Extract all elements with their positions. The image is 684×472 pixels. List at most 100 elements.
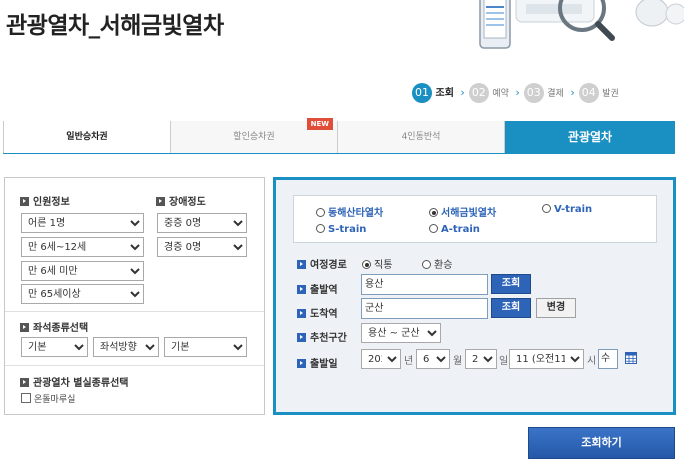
arrival-station-input[interactable]: 군산 — [361, 298, 488, 319]
hour-suffix: 시 — [587, 356, 597, 367]
date-label: 출발일 — [297, 355, 338, 370]
departure-text: 출발역 — [310, 285, 338, 296]
checkbox[interactable] — [21, 393, 31, 403]
seat-type-select[interactable]: 기본 — [21, 337, 88, 357]
recommend-route-select[interactable]: 용산 ~ 군산 — [361, 323, 441, 343]
train-option-v-train[interactable]: V-train — [542, 204, 592, 215]
seat-type-heading: 좌석종류선택 — [20, 319, 88, 334]
departure-label: 출발역 — [297, 281, 338, 296]
departure-lookup-button[interactable]: 조회 — [491, 274, 531, 294]
disability-heading-label: 장애정도 — [169, 197, 206, 208]
arrival-lookup-button[interactable]: 조회 — [491, 298, 531, 318]
tab-tourist-train[interactable]: 관광열차 — [505, 121, 675, 153]
bullet-icon — [297, 260, 306, 269]
year-select[interactable]: 2024 — [361, 349, 401, 369]
radio-icon — [316, 208, 325, 217]
infant-count-select[interactable]: 만 6세 미만 — [21, 261, 144, 281]
step-2-label: 예약 — [492, 89, 509, 99]
ondol-room-label: 온돌마루실 — [34, 395, 76, 405]
chevron-right-icon: › — [515, 86, 520, 99]
chevron-right-icon: › — [460, 86, 465, 99]
special-room-heading-label: 관광열차 별실종류선택 — [33, 378, 129, 389]
passenger-heading-label: 인원정보 — [33, 197, 70, 208]
train-select-box: 동해산타열차 서해금빛열차 V-train S-train A-train — [293, 195, 657, 243]
radio-icon — [429, 208, 438, 217]
bullet-icon — [297, 359, 306, 368]
arrival-text: 도착역 — [310, 309, 338, 320]
page-title: 관광열차_서해금빛열차 — [6, 13, 224, 39]
train-option-a-train[interactable]: A-train — [429, 224, 480, 235]
child-count-select[interactable]: 만 6세~12세 — [21, 237, 144, 257]
step-3: 03 결제 › — [523, 83, 579, 103]
recommend-label: 추천구간 — [297, 329, 347, 344]
day-suffix: 일 — [499, 356, 509, 367]
tab-label: 할인승차권 — [233, 132, 275, 142]
step-4-number: 04 — [578, 83, 599, 103]
bullet-icon — [156, 197, 165, 206]
weekday-display: 수 — [598, 349, 618, 369]
adult-count-select[interactable]: 어른 1명 — [21, 213, 144, 233]
train-option-label: 동해산타열차 — [328, 208, 384, 219]
bullet-icon — [20, 378, 29, 387]
divider — [5, 311, 264, 312]
tab-label: 4인동반석 — [401, 132, 441, 142]
month-suffix: 월 — [453, 356, 463, 367]
radio-icon — [316, 224, 325, 233]
train-option-s-train[interactable]: S-train — [316, 224, 366, 235]
departure-station-input[interactable]: 용산 — [361, 274, 488, 295]
new-badge: NEW — [306, 118, 333, 130]
special-room-heading: 관광열차 별실종류선택 — [20, 374, 128, 389]
train-option-seohae[interactable]: 서해금빛열차 — [429, 204, 496, 219]
trip-direct-label: 직통 — [374, 260, 393, 271]
month-select[interactable]: 6 — [416, 349, 450, 369]
step-3-number: 03 — [523, 83, 544, 103]
senior-count-select[interactable]: 만 65세이상 — [21, 284, 144, 304]
step-4: 04 발권 — [578, 83, 619, 103]
bullet-icon — [297, 309, 306, 318]
bullet-icon — [297, 333, 306, 342]
ondol-room-option[interactable]: 온돌마루실 — [21, 392, 75, 405]
step-1-number: 01 — [412, 83, 432, 103]
arrival-label: 도착역 — [297, 305, 338, 320]
divider — [5, 365, 264, 366]
tab-label: 관광열차 — [567, 130, 613, 144]
date-text: 출발일 — [310, 359, 338, 370]
seat-type-heading-label: 좌석종류선택 — [33, 323, 89, 334]
trip-route-text: 여정경로 — [310, 260, 347, 271]
hour-select[interactable]: 11 (오전11) — [509, 349, 584, 369]
phone-illustration — [470, 0, 684, 52]
seat-position-select[interactable]: 기본 — [164, 337, 247, 357]
disability-heading: 장애정도 — [156, 193, 206, 208]
severe-disability-select[interactable]: 중증 0명 — [157, 213, 247, 233]
swap-stations-button[interactable]: 변경 — [536, 298, 576, 318]
tab-four-person-seat[interactable]: 4인동반석 — [338, 121, 505, 153]
calendar-icon[interactable] — [625, 352, 637, 364]
trip-route-label: 여정경로 — [297, 256, 347, 271]
trip-transfer-label: 환승 — [434, 260, 453, 271]
step-4-label: 발권 — [602, 89, 619, 99]
radio-icon — [429, 224, 438, 233]
trip-transfer-option[interactable]: 환승 — [422, 256, 452, 271]
tab-label: 일반승차권 — [66, 132, 108, 142]
bullet-icon — [20, 197, 29, 206]
day-select[interactable]: 20 — [465, 349, 497, 369]
mild-disability-select[interactable]: 경증 0명 — [157, 237, 247, 257]
recommend-text: 추천구간 — [310, 333, 347, 344]
train-option-label: S-train — [328, 224, 367, 235]
step-2: 02 예약 › — [468, 83, 524, 103]
left-panel: 인원정보 장애정도 어른 1명 만 6세~12세 만 6세 미만 만 65세이상… — [4, 177, 265, 415]
radio-icon — [362, 260, 371, 269]
tab-discount-ticket[interactable]: 할인승차권 NEW — [171, 118, 338, 153]
step-2-number: 02 — [468, 83, 489, 103]
year-suffix: 년 — [404, 356, 414, 367]
radio-icon — [542, 204, 551, 213]
step-indicator: 01 조회 › 02 예약 › 03 결제 › 04 발권 — [412, 83, 684, 105]
tab-general-ticket[interactable]: 일반승차권 — [4, 121, 171, 153]
train-option-donghae[interactable]: 동해산타열차 — [316, 204, 383, 219]
train-option-label: V-train — [554, 204, 593, 215]
search-submit-button[interactable]: 조회하기 — [528, 427, 675, 459]
trip-direct-option[interactable]: 직통 — [362, 256, 392, 271]
train-option-label: 서해금빛열차 — [441, 208, 497, 219]
seat-direction-select[interactable]: 좌석방향 — [93, 337, 159, 357]
chevron-right-icon: › — [570, 86, 575, 99]
